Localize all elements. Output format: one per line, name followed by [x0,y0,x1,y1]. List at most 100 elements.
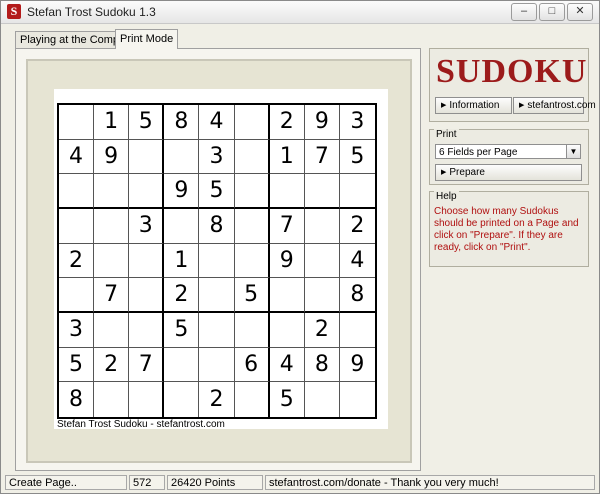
sudoku-cell: 6 [234,347,270,383]
sudoku-cell [129,174,165,209]
sudoku-cell [234,139,270,175]
sudoku-cell [305,382,340,417]
sudoku-cell: 2 [59,243,95,279]
information-button-label: Information [449,100,500,111]
sudoku-cell: 9 [164,174,200,209]
sudoku-cell: 9 [94,139,130,175]
status-bar: Create Page.. 572 26420 Points stefantro… [1,473,599,493]
sudoku-cell [129,313,165,348]
sudoku-cell [164,139,200,175]
sudoku-cell [340,382,375,417]
sudoku-cell [129,278,165,313]
status-points: 26420 Points [167,475,263,490]
sudoku-cell [234,105,270,140]
sudoku-cell: 9 [339,348,375,383]
sudoku-cell: 8 [164,105,200,140]
sudoku-cell: 1 [94,105,130,140]
sudoku-cell [304,209,340,244]
title-bar[interactable]: S Stefan Trost Sudoku 1.3 – □ ✕ [1,1,599,24]
sudoku-cell: 9 [269,243,305,279]
sudoku-cell: 4 [59,139,95,175]
sudoku-cell [129,382,165,417]
tab-print-mode[interactable]: Print Mode [115,29,179,49]
sudoku-cell: 5 [59,347,95,383]
status-count: 572 [129,475,165,490]
sudoku-cell [269,174,305,209]
sudoku-cell: 1 [164,243,200,279]
arrow-right-icon: ▶ [519,102,525,109]
sudoku-cell [304,174,340,209]
restore-button[interactable]: □ [539,3,565,21]
status-action: Create Page.. [5,475,127,490]
sudoku-cell [129,243,165,279]
fields-per-page-select[interactable]: 6 Fields per Page ▼ [435,144,581,159]
sudoku-cell [269,313,305,348]
fields-per-page-value: 6 Fields per Page [439,147,518,158]
sudoku-cell: 2 [304,313,340,348]
sudoku-cell: 5 [234,278,270,313]
sudoku-cell [59,278,95,313]
minimize-button[interactable]: – [511,3,537,21]
help-group: Help Choose how many Sudokus should be p… [429,191,589,267]
sudoku-cell [199,347,235,383]
sudoku-cell: 8 [339,278,375,313]
status-donate: stefantrost.com/donate - Thank you very … [265,475,595,490]
print-group: Print 6 Fields per Page ▼ ▶ Prepare [429,129,589,185]
sudoku-cell [94,174,130,209]
sudoku-cell [199,313,235,348]
logo-panel: SUDOKU ▶ Information ▶ stefantrost.com [429,48,596,122]
sudoku-grid: 1584293493175953872219472583525276489825 [57,103,377,419]
prepare-button-label: Prepare [449,167,485,178]
sudoku-cell: 2 [269,105,305,140]
sudoku-cell: 8 [199,209,235,244]
sudoku-cell: 4 [269,347,305,383]
information-button[interactable]: ▶ Information [435,97,512,114]
sudoku-cell: 3 [59,313,95,348]
help-text: Choose how many Sudokus should be printe… [434,206,579,253]
sudoku-cell: 7 [269,209,305,244]
sudoku-cell: 8 [304,347,340,383]
sudoku-cell: 1 [269,139,305,175]
sudoku-cell [304,243,340,279]
sudoku-cell: 2 [164,278,200,313]
sudoku-cell [304,278,340,313]
sudoku-cell [94,382,130,417]
website-button-label: stefantrost.com [527,100,596,111]
sudoku-cell [339,313,375,348]
sudoku-cell: 2 [339,209,375,244]
sudoku-cell: 5 [164,313,200,348]
sudoku-cell [94,243,130,279]
print-mode-panel: 1584293493175953872219472583525276489825… [15,48,421,471]
window-title: Stefan Trost Sudoku 1.3 [27,5,156,19]
prepare-button[interactable]: ▶ Prepare [435,164,582,181]
sudoku-cell: 4 [199,105,235,140]
sudoku-cell [339,174,375,209]
sudoku-cell [59,209,95,244]
sudoku-cell: 3 [199,139,235,175]
help-group-label: Help [434,191,459,202]
sudoku-cell: 5 [129,105,165,140]
sudoku-cell [59,105,95,140]
sudoku-cell [234,313,270,348]
sudoku-cell [129,139,165,175]
sudoku-cell [199,278,235,313]
website-button[interactable]: ▶ stefantrost.com [513,97,596,114]
close-button[interactable]: ✕ [567,3,593,21]
sudoku-cell [164,209,200,244]
sudoku-cell: 7 [94,278,130,313]
sudoku-cell [235,382,270,417]
sudoku-cell [59,174,95,209]
sudoku-cell: 3 [339,105,375,140]
sudoku-cell: 4 [339,244,375,279]
sudoku-cell [164,347,200,383]
sudoku-cell: 7 [129,347,165,383]
chevron-down-icon[interactable]: ▼ [566,145,580,158]
sudoku-cell: 3 [129,209,165,244]
sudoku-cell: 2 [199,382,235,417]
app-window: S Stefan Trost Sudoku 1.3 – □ ✕ Playing … [0,0,600,494]
sudoku-cell [164,382,200,417]
window-controls: – □ ✕ [511,3,593,21]
print-group-label: Print [434,129,459,140]
sudoku-app-icon: S [7,4,21,19]
sudoku-cell [94,313,130,348]
